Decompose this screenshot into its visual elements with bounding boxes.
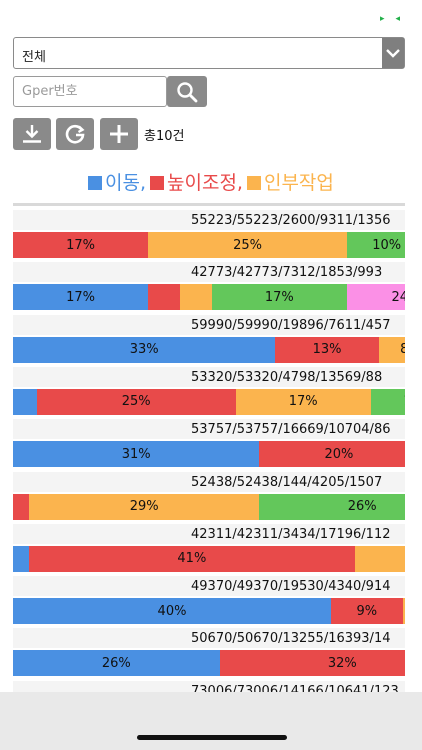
list-item[interactable]: 53757/53757/16669/10704/86 31% 20% <box>13 419 405 468</box>
gper-search-input[interactable] <box>13 76 167 107</box>
list-item-label: 42311/42311/3434/17196/112 <box>191 526 391 542</box>
bar-segment-orange: 8% <box>378 336 405 363</box>
bar-segment-red <box>148 284 180 311</box>
bar-segment-pink: 24% <box>346 284 405 311</box>
bar-segment-blue: 17% <box>13 284 149 311</box>
bar-segment-blue <box>13 388 37 415</box>
list-item-header: 73006/73006/14166/10641/123 <box>13 680 405 692</box>
bar-segment-red <box>13 493 29 520</box>
list-item-header: 50670/50670/13255/16393/14 <box>13 628 405 649</box>
bar-segment-green: 10% <box>346 232 405 258</box>
list-item-label: 73006/73006/14166/10641/123 <box>191 683 399 692</box>
stacked-bar: 41% <box>13 545 405 572</box>
bar-segment-blue: 31% <box>13 441 260 468</box>
list-item[interactable]: 55223/55223/2600/9311/1356 17% 25% 10% <box>13 210 405 258</box>
add-button[interactable] <box>100 118 138 150</box>
list-item-header: 49370/49370/19530/4340/914 <box>13 576 405 597</box>
chevron-down-icon[interactable] <box>382 38 404 68</box>
bar-segment-orange: 29% <box>28 493 260 520</box>
stacked-bar: 40%9%19% <box>13 598 405 625</box>
plus-icon <box>110 125 128 143</box>
legend-swatch <box>246 176 261 190</box>
download-icon <box>23 125 41 143</box>
gper-list[interactable]: 이동, 높이조정, 인부작업 55223/55223/2600/9311/1356 1… <box>13 162 405 692</box>
list-item-header: 42311/42311/3434/17196/112 <box>13 523 405 544</box>
bar-segment-red: 13% <box>275 336 379 363</box>
list-item-label: 42773/42773/7312/1853/993 <box>191 265 383 281</box>
home-indicator[interactable] <box>137 735 287 740</box>
stacked-bar: 31% 20% <box>13 441 405 468</box>
stacked-bar: 26% 32% <box>13 650 405 677</box>
legend-label: 이동, <box>105 172 146 194</box>
search-button[interactable] <box>167 76 207 107</box>
download-button[interactable] <box>13 118 51 150</box>
bar-segment-blue: 40% <box>13 598 331 625</box>
bar-segment-red: 32% <box>219 650 405 677</box>
list-item[interactable]: 52438/52438/144/4205/1507 29% 26% <box>13 471 405 520</box>
legend-swatch <box>150 176 164 190</box>
filter-select-value: 전체 <box>22 50 46 65</box>
bar-segment-blue <box>13 545 29 572</box>
list-item-label: 53757/53757/16669/10704/86 <box>191 422 391 438</box>
list-item[interactable]: 73006/73006/14166/10641/123 <box>13 680 405 692</box>
refresh-icon <box>65 124 85 144</box>
bar-segment-orange <box>179 284 212 311</box>
list-item-label: 59990/59990/19896/7611/457 <box>191 317 391 333</box>
bar-segment-red: 9% <box>331 598 403 625</box>
stacked-bar: 29% 26% <box>13 493 405 520</box>
stacked-bar: 17%17%24% <box>13 284 405 311</box>
list-item-header: 42773/42773/7312/1853/993 <box>13 262 405 283</box>
search-icon <box>177 81 198 102</box>
bar-segment-orange: 19% <box>402 598 405 625</box>
list-item[interactable]: 42773/42773/7312/1853/99317%17%24% <box>13 262 405 311</box>
list-item-label: 55223/55223/2600/9311/1356 <box>191 213 391 228</box>
stacked-bar: 25%17%12% <box>13 388 405 415</box>
stacked-bar: 17% 25% 10% <box>13 232 405 258</box>
list-item[interactable]: 50670/50670/13255/16393/14 26% 32% <box>13 628 405 677</box>
connection-status-icon: ▸ ◂ <box>380 14 400 24</box>
bar-segment-green: 17% <box>211 284 347 311</box>
legend-swatch <box>88 176 102 190</box>
bar-segment-green: 12% <box>370 388 405 415</box>
list-item-header: 53757/53757/16669/10704/86 <box>13 419 405 440</box>
list-item-header: 55223/55223/2600/9311/1356 <box>13 210 405 230</box>
list-item[interactable]: 53320/53320/4798/13569/88 25%17%12% <box>13 366 405 415</box>
bottom-area <box>0 692 422 750</box>
list-item-header: 53320/53320/4798/13569/88 <box>13 366 405 387</box>
legend: 이동, 높이조정, 인부작업 <box>13 162 405 206</box>
list-item-header: 59990/59990/19896/7611/457 <box>13 314 405 335</box>
list-item-label: 49370/49370/19530/4340/914 <box>191 579 391 595</box>
bar-segment-orange <box>354 545 405 572</box>
bar-segment-orange: 25% <box>148 232 347 258</box>
stacked-bar: 33%13%8% <box>13 336 405 363</box>
bar-segment-blue: 26% <box>13 650 220 677</box>
legend-label: 높이조정, <box>167 172 243 194</box>
filter-select[interactable]: 전체 <box>13 37 405 69</box>
list-item-label: 50670/50670/13255/16393/14 <box>191 631 391 647</box>
bar-segment-blue: 33% <box>13 336 276 363</box>
bar-segment-orange: 17% <box>235 388 371 415</box>
bar-segment-red: 20% <box>259 441 405 468</box>
list-item[interactable]: 49370/49370/19530/4340/914 40%9%19% <box>13 576 405 625</box>
list-item-label: 53320/53320/4798/13569/88 <box>191 369 383 385</box>
list-item-header: 52438/52438/144/4205/1507 <box>13 471 405 492</box>
bar-segment-red: 17% <box>13 232 149 258</box>
refresh-button[interactable] <box>56 118 94 150</box>
list-item-label: 52438/52438/144/4205/1507 <box>191 474 383 490</box>
bar-segment-red: 25% <box>36 388 236 415</box>
bar-segment-red: 41% <box>28 545 355 572</box>
legend-label: 인부작업 <box>263 172 334 194</box>
list-item[interactable]: 42311/42311/3434/17196/112 41% <box>13 523 405 572</box>
bar-segment-green: 26% <box>259 493 405 520</box>
list-item[interactable]: 59990/59990/19896/7611/457 33%13%8% <box>13 314 405 363</box>
total-count: 총10건 <box>144 129 185 144</box>
